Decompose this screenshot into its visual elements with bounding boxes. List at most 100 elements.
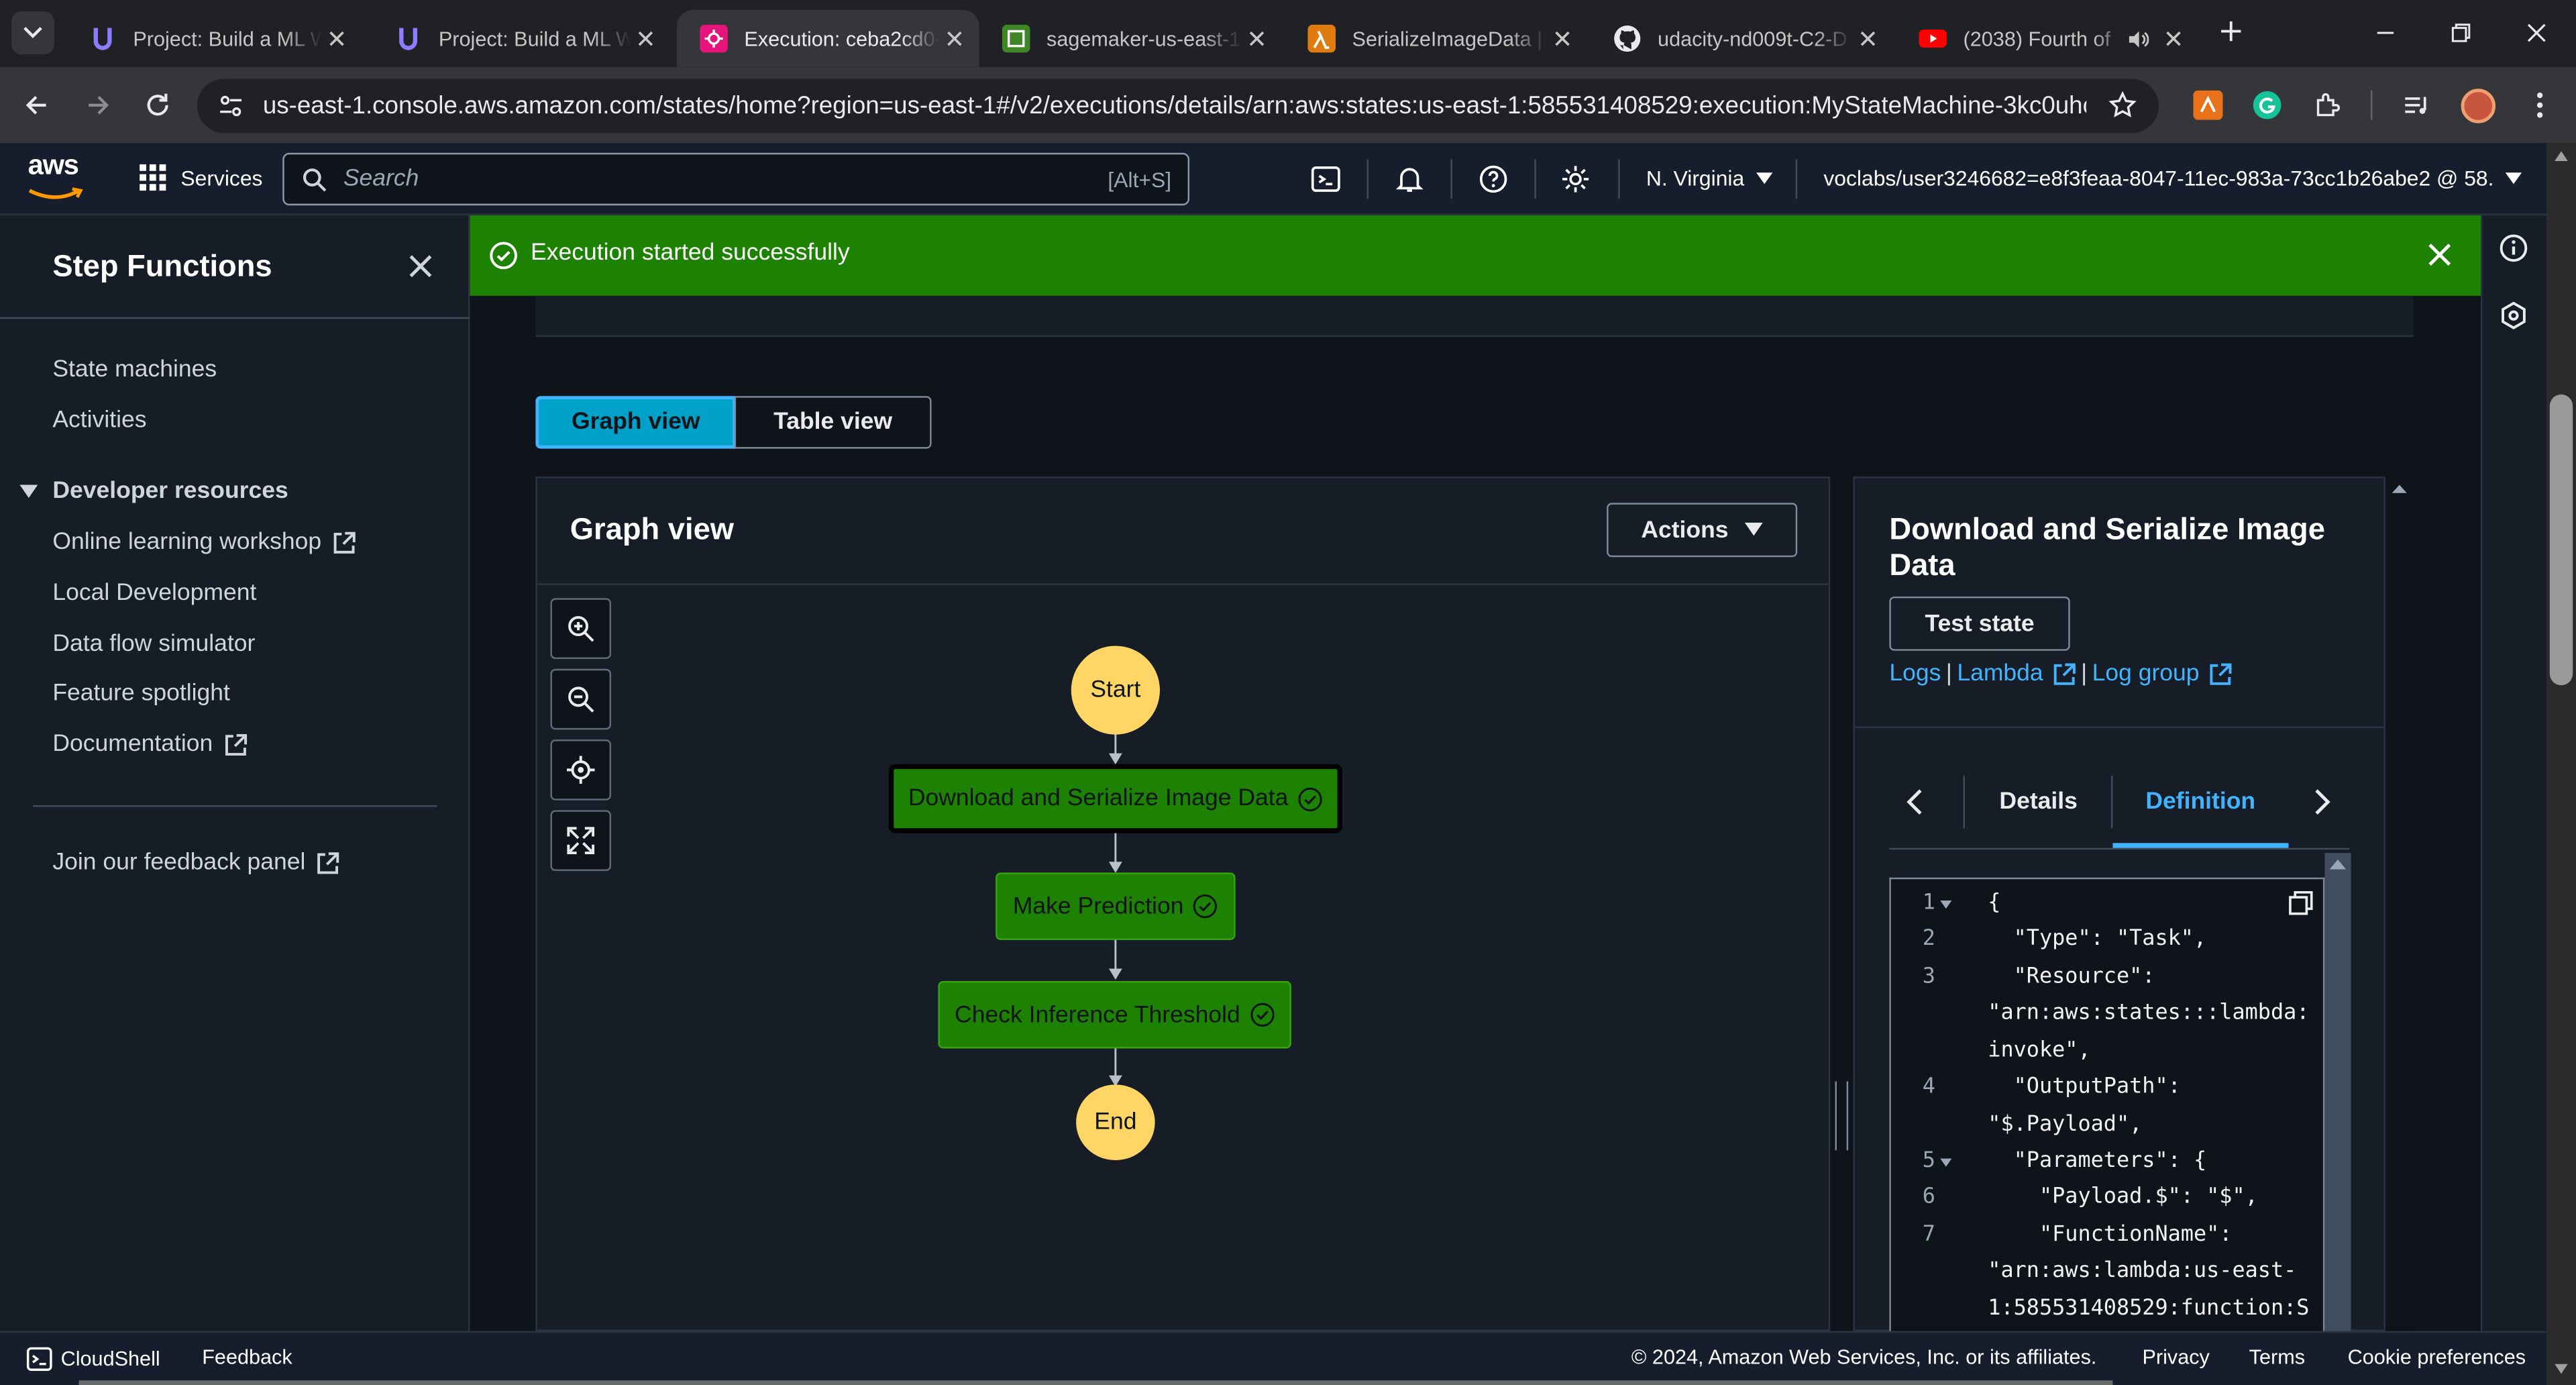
terms-link[interactable]: Terms — [2249, 1346, 2305, 1369]
back-icon[interactable] — [21, 91, 51, 120]
sidebar-divider — [32, 805, 437, 807]
minimize-window-icon[interactable] — [2372, 19, 2398, 46]
sidebar-item-documentation[interactable]: Documentation — [52, 731, 247, 758]
state-download-serialize-image-data[interactable]: Download and Serialize Image Data — [888, 764, 1342, 833]
state-check-inference-threshold[interactable]: Check Inference Threshold — [938, 981, 1291, 1049]
editor-scrollbar[interactable] — [2324, 853, 2351, 1331]
close-tab-icon[interactable]: ✕ — [2159, 24, 2188, 54]
profile-avatar[interactable] — [2461, 89, 2496, 123]
close-tab-icon[interactable]: ✕ — [631, 24, 660, 54]
services-menu[interactable]: Services — [138, 162, 262, 192]
sidebar-item-data-flow-simulator[interactable]: Data flow simulator — [52, 631, 255, 657]
grammarly-icon[interactable] — [2253, 91, 2282, 120]
browser-tab[interactable]: (2038) Fourth of ✕ — [1896, 10, 2198, 68]
actions-dropdown[interactable]: Actions — [1607, 503, 1798, 558]
browser-tab[interactable]: SerializeImageData | ✕ — [1285, 10, 1587, 68]
close-tab-icon[interactable]: ✕ — [322, 24, 352, 54]
success-flashbar: Execution started successfully — [470, 215, 2481, 296]
graph-start-node[interactable]: Start — [1071, 646, 1160, 735]
horizontal-scrollbar[interactable] — [78, 1380, 2113, 1385]
zoom-in-button[interactable] — [550, 598, 612, 660]
close-tab-icon[interactable]: ✕ — [1242, 24, 1271, 54]
copy-code-icon[interactable] — [2288, 890, 2313, 915]
restore-window-icon[interactable] — [2448, 19, 2474, 46]
info-panel-icon[interactable] — [2499, 234, 2528, 263]
page-scrollbar-thumb[interactable] — [2549, 394, 2573, 686]
graph-end-node[interactable]: End — [1076, 1084, 1155, 1160]
cookie-preferences-link[interactable]: Cookie preferences — [2348, 1346, 2526, 1369]
forward-icon[interactable] — [84, 91, 113, 120]
logs-link[interactable]: Logs — [1889, 660, 1941, 686]
lambda-link[interactable]: Lambda — [1957, 660, 2043, 686]
tab-details[interactable]: Details — [1999, 789, 2077, 815]
cloudshell-footer-button[interactable]: CloudShell — [26, 1346, 160, 1372]
code-line: "arn:aws:lambda:us-east- — [1988, 1258, 2297, 1284]
state-success-check-icon — [1250, 1003, 1275, 1027]
browser-tab-active[interactable]: Execution: ceba2cd0- ✕ — [676, 9, 979, 68]
tab-table-view[interactable]: Table view — [734, 396, 932, 449]
close-tab-icon[interactable]: ✕ — [940, 24, 969, 54]
aws-logo[interactable]: aws — [28, 151, 87, 199]
close-sidebar-icon[interactable] — [407, 253, 433, 279]
youtube-icon — [1919, 25, 1947, 53]
new-tab-icon[interactable] — [2216, 16, 2246, 46]
log-group-link[interactable]: Log group — [2092, 660, 2200, 686]
details-panel-scrollbar[interactable] — [2385, 476, 2414, 1331]
tabs-scroll-right-icon[interactable] — [2313, 787, 2332, 817]
tab-definition[interactable]: Definition — [2145, 789, 2255, 815]
search-placeholder: Search — [343, 166, 419, 193]
bookmark-star-icon[interactable] — [2108, 91, 2137, 120]
aws-smile-icon — [28, 187, 83, 199]
sidebar-item-activities[interactable]: Activities — [52, 407, 146, 433]
close-window-icon[interactable] — [2524, 19, 2550, 46]
sidebar-item-state-machines[interactable]: State machines — [52, 356, 217, 382]
url-bar[interactable]: us-east-1.console.aws.amazon.com/states/… — [197, 79, 2159, 134]
extension-orange-icon[interactable] — [2193, 90, 2223, 120]
account-menu[interactable]: voclabs/user3246682=e8f3feaa-8047-11ec-9… — [1823, 166, 2522, 191]
close-tab-icon[interactable]: ✕ — [1853, 24, 1882, 54]
feedback-footer-link[interactable]: Feedback — [202, 1346, 292, 1369]
split-panel-resize-handle[interactable] — [1835, 1081, 1849, 1151]
tutorial-panel-icon[interactable] — [2499, 301, 2528, 330]
developer-resources-title: Developer resources — [52, 478, 288, 505]
cloudshell-icon[interactable] — [1311, 164, 1340, 194]
privacy-link[interactable]: Privacy — [2142, 1346, 2209, 1369]
speaker-icon[interactable] — [2126, 27, 2149, 50]
state-make-prediction[interactable]: Make Prediction — [996, 872, 1236, 940]
tab-list-dropdown-icon[interactable] — [11, 11, 54, 54]
sidebar-item-feature-spotlight[interactable]: Feature spotlight — [52, 680, 230, 707]
media-control-icon[interactable] — [2402, 91, 2431, 120]
region-selector[interactable]: N. Virginia — [1646, 166, 1772, 191]
close-tab-icon[interactable]: ✕ — [1548, 24, 1577, 54]
tab-graph-view[interactable]: Graph view — [535, 396, 737, 449]
aws-search-input[interactable]: Search [Alt+S] — [282, 152, 1190, 206]
settings-gear-icon[interactable] — [1561, 164, 1591, 194]
developer-resources-toggle[interactable]: Developer resources — [19, 478, 288, 505]
center-graph-button[interactable] — [550, 739, 612, 801]
sidebar-item-local-development[interactable]: Local Development — [52, 580, 256, 606]
fit-graph-button[interactable] — [550, 810, 612, 871]
reload-icon[interactable] — [143, 91, 172, 120]
help-icon[interactable] — [1479, 164, 1508, 194]
browser-tab[interactable]: udacity-nd009t-C2-D ✕ — [1591, 10, 1893, 68]
fold-caret-icon[interactable] — [1940, 901, 1952, 911]
browser-tab[interactable]: Project: Build a ML W ✕ — [371, 10, 670, 68]
dismiss-flashbar-icon[interactable] — [2426, 242, 2453, 268]
sidebar-title[interactable]: Step Functions — [52, 248, 272, 285]
zoom-out-button[interactable] — [550, 668, 612, 730]
browser-tab[interactable]: Project: Build a ML W ✕ — [66, 10, 362, 68]
sidebar-item-feedback-panel[interactable]: Join our feedback panel — [52, 850, 340, 876]
site-info-icon[interactable] — [217, 92, 245, 120]
extensions-puzzle-icon[interactable] — [2313, 91, 2343, 120]
locate-icon — [566, 756, 595, 784]
tab-title: udacity-nd009t-C2-D — [1658, 27, 1847, 50]
udacity-icon — [89, 25, 117, 53]
fold-caret-icon[interactable] — [1940, 1158, 1952, 1169]
browser-tab[interactable]: sagemaker-us-east-1 ✕ — [979, 10, 1282, 68]
test-state-button[interactable]: Test state — [1889, 596, 2070, 651]
browser-menu-icon[interactable] — [2530, 91, 2549, 120]
notifications-bell-icon[interactable] — [1395, 164, 1424, 194]
sidebar-item-online-learning-workshop[interactable]: Online learning workshop — [52, 529, 356, 556]
tabs-scroll-left-icon[interactable] — [1904, 787, 1923, 817]
page-scrollbar[interactable] — [2546, 143, 2576, 1385]
